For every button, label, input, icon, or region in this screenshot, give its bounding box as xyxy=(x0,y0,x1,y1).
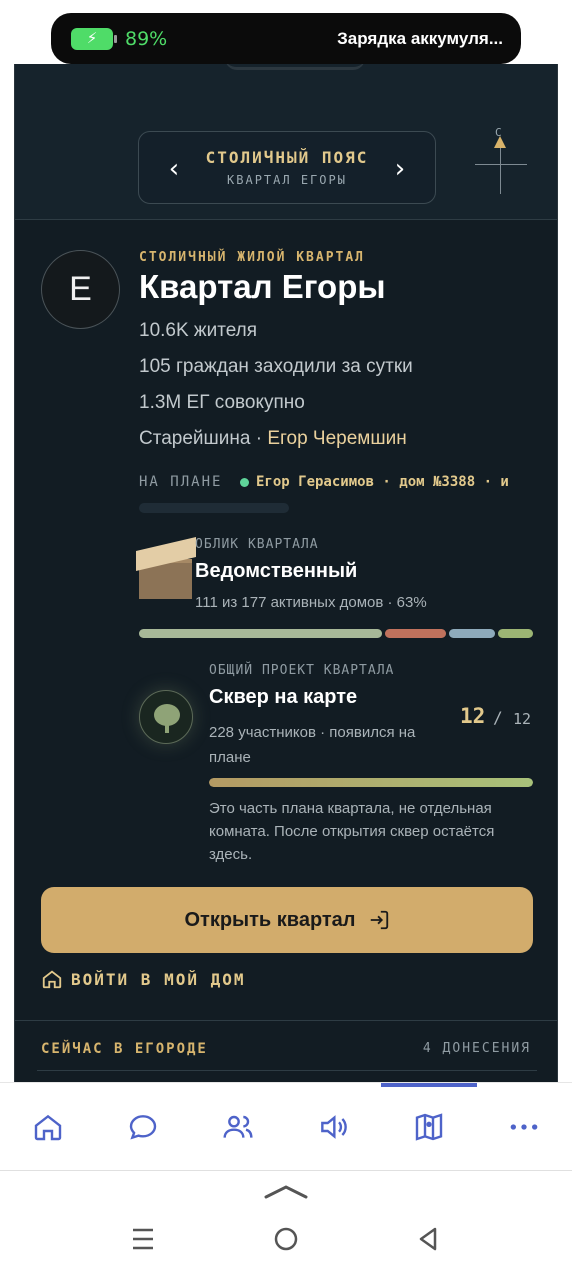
building-icon xyxy=(136,537,196,599)
on-plan-ticker[interactable]: Егор Герасимов · дом №3388 · и xyxy=(256,474,534,490)
enter-home-label: ВОЙТИ В МОЙ ДОМ xyxy=(71,969,246,989)
map-header: ‹ СТОЛИЧНЫЙ ПОЯС КВАРТАЛ ЕГОРЫ › С xyxy=(15,64,557,220)
system-navigation-bar xyxy=(0,1170,572,1280)
people-icon[interactable] xyxy=(218,1107,258,1147)
project-progress-bar xyxy=(209,778,533,787)
chat-icon[interactable] xyxy=(123,1107,163,1147)
project-total: 12 xyxy=(513,710,532,728)
project-progress-fill xyxy=(209,778,533,787)
login-icon xyxy=(370,910,388,930)
district-selector: ‹ СТОЛИЧНЫЙ ПОЯС КВАРТАЛ ЕГОРЫ › xyxy=(138,131,436,204)
home-button-icon[interactable] xyxy=(274,1227,298,1251)
feed-divider xyxy=(37,1070,537,1071)
elder-link[interactable]: Егор Черемшин xyxy=(267,428,406,449)
chevron-up-icon[interactable] xyxy=(264,1179,308,1201)
project-title: Сквер на карте xyxy=(209,686,358,708)
more-icon[interactable] xyxy=(504,1107,544,1147)
online-dot-icon xyxy=(240,478,249,487)
project-note: Это часть плана квартала, не отдельная к… xyxy=(209,800,495,863)
ticker-scrollbar xyxy=(139,503,289,513)
home-icon xyxy=(42,970,62,989)
chevron-right-icon[interactable]: › xyxy=(385,154,415,184)
section-divider xyxy=(15,1020,557,1021)
elder-line: Старейшина · Егор Черемшин xyxy=(139,428,407,450)
appearance-segment xyxy=(498,629,533,638)
volume-icon[interactable] xyxy=(313,1107,353,1147)
appearance-segment xyxy=(449,629,496,638)
district-avatar: E xyxy=(41,250,120,329)
appearance-title: Ведомственный xyxy=(195,560,358,582)
active-tab-indicator xyxy=(381,1083,477,1087)
project-count-slash: / xyxy=(493,708,503,727)
open-district-button[interactable]: Открыть квартал xyxy=(41,887,533,953)
residents-count: 10.6K жителя xyxy=(139,320,258,341)
charging-notification: Зарядка аккумуля... xyxy=(337,28,503,48)
open-district-label: Открыть квартал xyxy=(184,908,356,931)
appearance-segment-bar xyxy=(139,629,533,638)
district-category: СТОЛИЧНЫЙ ЖИЛОЙ КВАРТАЛ xyxy=(139,250,366,265)
appearance-stats: 111 из 177 активных домов · 63% xyxy=(195,594,427,611)
appearance-segment xyxy=(139,629,382,638)
back-icon[interactable] xyxy=(416,1227,440,1251)
status-bar: ⚡ 89% Зарядка аккумуля... xyxy=(51,13,521,64)
project-meta: 228 участников · появился на плане xyxy=(209,724,416,766)
appearance-segment xyxy=(384,629,447,638)
enter-home-link[interactable]: ВОЙТИ В МОЙ ДОМ xyxy=(41,968,246,990)
on-plan-label: НА ПЛАНЕ xyxy=(139,474,223,490)
elder-label: Старейшина · xyxy=(139,428,268,449)
district-title: Квартал Егоры xyxy=(139,268,386,305)
battery-icon: ⚡ xyxy=(71,27,117,50)
bottom-tab-bar xyxy=(0,1082,572,1170)
visitors-count: 105 граждан заходили за сутки xyxy=(139,356,413,377)
feed-title: СЕЙЧАС В ЕГОРОДЕ xyxy=(41,1041,208,1057)
home-icon[interactable] xyxy=(28,1107,68,1147)
feed-count[interactable]: 4 ДОНЕСЕНИЯ xyxy=(423,1041,531,1056)
battery-percent: 89% xyxy=(125,27,168,50)
total-currency: 1.3M ЕГ совокупно xyxy=(139,392,305,413)
project-label: ОБЩИЙ ПРОЕКТ КВАРТАЛА xyxy=(209,663,395,678)
tree-icon xyxy=(139,690,193,744)
project-count: 12 xyxy=(460,704,486,728)
map-arc xyxy=(225,64,365,70)
map-icon[interactable] xyxy=(409,1107,449,1147)
compass-icon[interactable]: С xyxy=(475,126,529,196)
appearance-label: ОБЛИК КВАРТАЛА xyxy=(195,537,319,552)
district-panel: ‹ СТОЛИЧНЫЙ ПОЯС КВАРТАЛ ЕГОРЫ › С E СТО… xyxy=(14,64,558,1082)
recent-apps-icon[interactable] xyxy=(131,1227,155,1251)
